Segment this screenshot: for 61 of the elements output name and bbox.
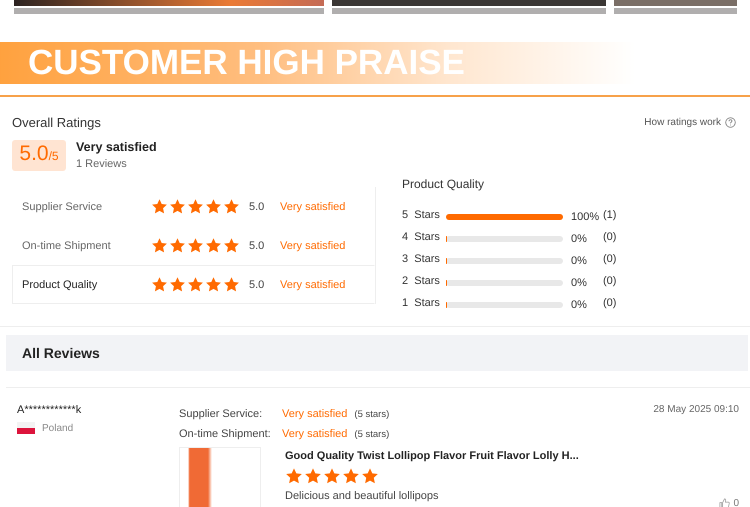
star-icon bbox=[169, 198, 186, 215]
count: (1) bbox=[603, 209, 616, 221]
star-label: 3 Stars bbox=[402, 253, 441, 265]
rating-row[interactable]: Product Quality 5.0 Very satisfied bbox=[12, 265, 375, 304]
count: (0) bbox=[603, 231, 616, 243]
banner-title: CUSTOMER HIGH PRAISE bbox=[28, 42, 465, 84]
count: (0) bbox=[603, 297, 616, 309]
percent: 0% bbox=[571, 233, 588, 245]
percent: 100% bbox=[571, 211, 600, 223]
rating-row[interactable]: Supplier Service 5.0 Very satisfied bbox=[12, 187, 375, 226]
star-icon bbox=[205, 198, 222, 215]
country: Poland bbox=[42, 422, 74, 434]
score-badge: 5.0/5 bbox=[12, 140, 66, 171]
aspect-verdict: Very satisfied bbox=[282, 408, 348, 420]
star-icon bbox=[342, 467, 360, 485]
star-icon bbox=[151, 237, 168, 254]
star-icon bbox=[205, 237, 222, 254]
aspect-verdict: Very satisfied bbox=[282, 428, 348, 440]
help-icon bbox=[725, 116, 736, 128]
star-label: 1 Stars bbox=[402, 297, 441, 309]
aspect-stars: (5 stars) bbox=[354, 428, 390, 440]
star-icon bbox=[187, 276, 204, 293]
star-icon bbox=[223, 198, 240, 215]
percent: 0% bbox=[571, 255, 588, 267]
reviewer-name: A************k bbox=[17, 404, 82, 416]
star-icon bbox=[285, 467, 303, 485]
aspect-label: Supplier Service: bbox=[179, 408, 264, 420]
section-title: All Reviews bbox=[22, 345, 100, 361]
count: (0) bbox=[603, 275, 616, 287]
thumbs-up-icon[interactable] bbox=[719, 498, 730, 507]
star-icon bbox=[187, 237, 204, 254]
percent: 0% bbox=[571, 277, 588, 289]
overall-verdict: Very satisfied bbox=[76, 140, 157, 154]
star-icon bbox=[169, 237, 186, 254]
rating-row[interactable]: On-time Shipment 5.0 Very satisfied bbox=[12, 226, 375, 265]
flag-icon bbox=[17, 422, 35, 434]
star-icon bbox=[187, 198, 204, 215]
star-icon bbox=[223, 237, 240, 254]
star-icon bbox=[169, 276, 186, 293]
review-date: 28 May 2025 09:10 bbox=[653, 404, 739, 415]
review-count: 1 Reviews bbox=[76, 158, 128, 170]
review-text: Delicious and beautiful lollipops bbox=[285, 490, 440, 502]
like-count: 0 bbox=[733, 498, 739, 507]
star-label: 5 Stars bbox=[402, 209, 441, 221]
aspect-stars: (5 stars) bbox=[354, 408, 390, 420]
star-icon bbox=[151, 198, 168, 215]
star-label: 4 Stars bbox=[402, 231, 441, 243]
star-icon bbox=[205, 276, 222, 293]
aspect-label: On-time Shipment: bbox=[179, 428, 272, 440]
star-icon bbox=[361, 467, 379, 485]
breakdown-title: Product Quality bbox=[402, 177, 484, 191]
star-label: 2 Stars bbox=[402, 275, 441, 287]
count: (0) bbox=[603, 253, 616, 265]
star-icon bbox=[323, 467, 341, 485]
product-title[interactable]: Good Quality Twist Lollipop Flavor Fruit Flavor Lolly H... bbox=[285, 450, 579, 462]
percent: 0% bbox=[571, 299, 588, 311]
star-icon bbox=[304, 467, 322, 485]
section-heading: Overall Ratings bbox=[12, 114, 101, 130]
star-icon bbox=[151, 276, 168, 293]
star-icon bbox=[223, 276, 240, 293]
help-link[interactable]: How ratings work bbox=[644, 116, 721, 128]
